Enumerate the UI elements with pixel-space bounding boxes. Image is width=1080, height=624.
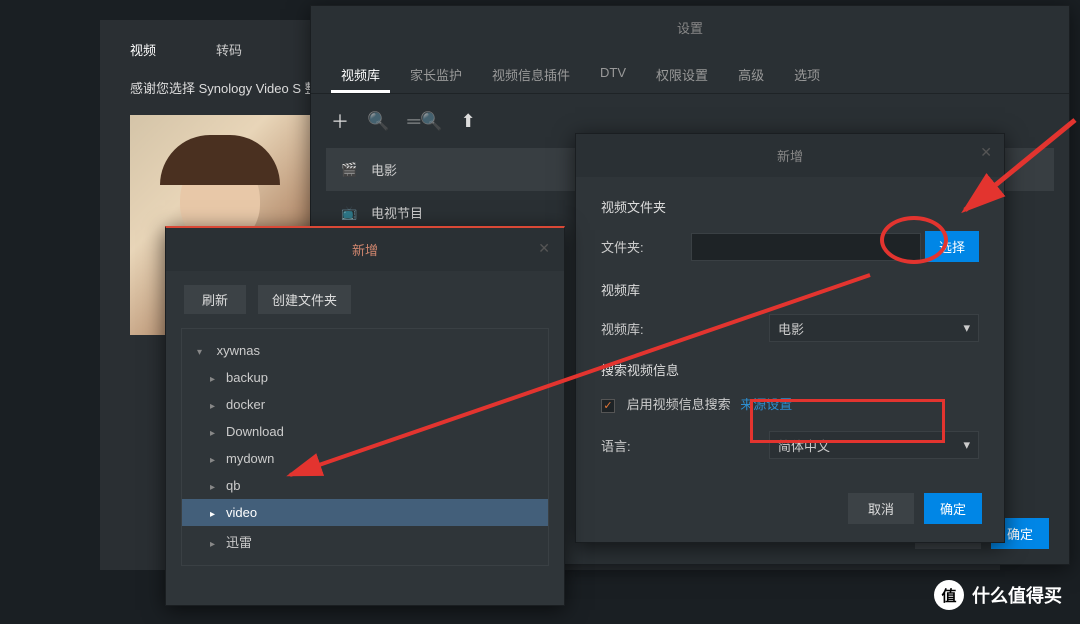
tab-parental[interactable]: 家长监护 xyxy=(400,57,472,93)
folder-tree: ▾ xywnas ▸ backup ▸ docker ▸ Download ▸ mydo… xyxy=(181,328,549,566)
library-select-value: 电影 xyxy=(778,319,804,338)
bg-tab-transcode[interactable]: 转码 xyxy=(216,40,242,59)
tree-label: video xyxy=(226,505,257,520)
watermark-text: 什么值得买 xyxy=(972,582,1062,608)
folder-input[interactable] xyxy=(691,233,921,261)
tree-item-qb[interactable]: ▸ qb xyxy=(182,472,548,499)
chevron-down-icon: ▾ xyxy=(963,437,970,453)
chevron-right-icon: ▸ xyxy=(210,482,220,493)
chevron-right-icon: ▸ xyxy=(210,401,220,412)
watermark: 值 什么值得买 xyxy=(934,580,1062,610)
section-folder-heading: 视频文件夹 xyxy=(601,197,979,216)
chevron-down-icon: ▾ xyxy=(197,347,207,358)
tab-advanced[interactable]: 高级 xyxy=(728,57,774,93)
refresh-button[interactable]: 刷新 xyxy=(184,285,246,314)
chevron-right-icon: ▸ xyxy=(210,455,220,466)
select-folder-button[interactable]: 选择 xyxy=(925,231,979,262)
settings-title: 设置 xyxy=(311,6,1069,49)
search-icon[interactable]: 🔍 xyxy=(367,111,389,132)
add-cancel-button[interactable]: 取消 xyxy=(848,493,914,524)
chevron-down-icon: ▾ xyxy=(963,320,970,336)
library-select[interactable]: 电影 ▾ xyxy=(769,314,979,342)
section-search-heading: 搜索视频信息 xyxy=(601,360,979,379)
tree-label: docker xyxy=(226,397,265,412)
search-all-icon[interactable]: ═🔍 xyxy=(407,111,442,132)
tree-label: backup xyxy=(226,370,268,385)
tab-permission[interactable]: 权限设置 xyxy=(646,57,718,93)
lib-label: 视频库: xyxy=(601,319,691,338)
chevron-right-icon: ▸ xyxy=(210,539,220,550)
tree-root[interactable]: ▾ xywnas xyxy=(182,337,548,364)
tab-library[interactable]: 视频库 xyxy=(331,57,390,93)
close-icon[interactable]: ✕ xyxy=(538,240,550,257)
tree-item-xunlei[interactable]: ▸ 迅雷 xyxy=(182,526,548,557)
bg-tab-video[interactable]: 视频 xyxy=(130,40,156,59)
tree-item-video[interactable]: ▸ video xyxy=(182,499,548,526)
add-ok-button[interactable]: 确定 xyxy=(924,493,982,524)
enable-search-checkbox[interactable] xyxy=(601,399,615,413)
tree-item-backup[interactable]: ▸ backup xyxy=(182,364,548,391)
close-icon[interactable]: ✕ xyxy=(980,144,992,161)
add-dialog: 新增 ✕ 视频文件夹 文件夹: 选择 视频库 视频库: 电影 ▾ 搜索视频信息 … xyxy=(575,133,1005,543)
library-item-label: 电视节目 xyxy=(371,203,423,222)
tab-plugin[interactable]: 视频信息插件 xyxy=(482,57,580,93)
tree-label: 迅雷 xyxy=(226,535,252,550)
enable-search-label: 启用视频信息搜索 xyxy=(627,397,731,412)
language-select[interactable]: 简体中文 ▾ xyxy=(769,431,979,459)
settings-tabs: 视频库 家长监护 视频信息插件 DTV 权限设置 高级 选项 xyxy=(311,49,1069,94)
add-dialog-title: 新增 xyxy=(576,134,1004,177)
chevron-right-icon: ▸ xyxy=(210,509,220,520)
tree-root-label: xywnas xyxy=(217,343,260,358)
chevron-right-icon: ▸ xyxy=(210,428,220,439)
folder-dialog-title: 新增 xyxy=(166,228,564,271)
tree-label: qb xyxy=(226,478,240,493)
add-icon[interactable]: ＋ xyxy=(331,108,349,134)
folder-label: 文件夹: xyxy=(601,237,691,256)
tree-label: Download xyxy=(226,424,284,439)
folder-picker-dialog: 新增 ✕ 刷新 创建文件夹 ▾ xywnas ▸ backup ▸ docker ▸… xyxy=(165,226,565,606)
section-lib-heading: 视频库 xyxy=(601,280,979,299)
tree-label: mydown xyxy=(226,451,274,466)
watermark-badge: 值 xyxy=(934,580,964,610)
tv-icon: 📺 xyxy=(341,205,359,221)
tree-item-download[interactable]: ▸ Download xyxy=(182,418,548,445)
lang-label: 语言: xyxy=(601,436,691,455)
library-item-label: 电影 xyxy=(371,160,397,179)
film-icon: 🎬 xyxy=(341,162,359,178)
tab-dtv[interactable]: DTV xyxy=(590,57,636,93)
tree-item-mydown[interactable]: ▸ mydown xyxy=(182,445,548,472)
source-settings-link[interactable]: 来源设置 xyxy=(740,397,792,412)
chevron-right-icon: ▸ xyxy=(210,374,220,385)
language-select-value: 简体中文 xyxy=(778,436,830,455)
new-folder-button[interactable]: 创建文件夹 xyxy=(258,285,351,314)
tab-options[interactable]: 选项 xyxy=(784,57,830,93)
tree-item-docker[interactable]: ▸ docker xyxy=(182,391,548,418)
upload-icon[interactable]: ⬆ xyxy=(461,111,476,132)
